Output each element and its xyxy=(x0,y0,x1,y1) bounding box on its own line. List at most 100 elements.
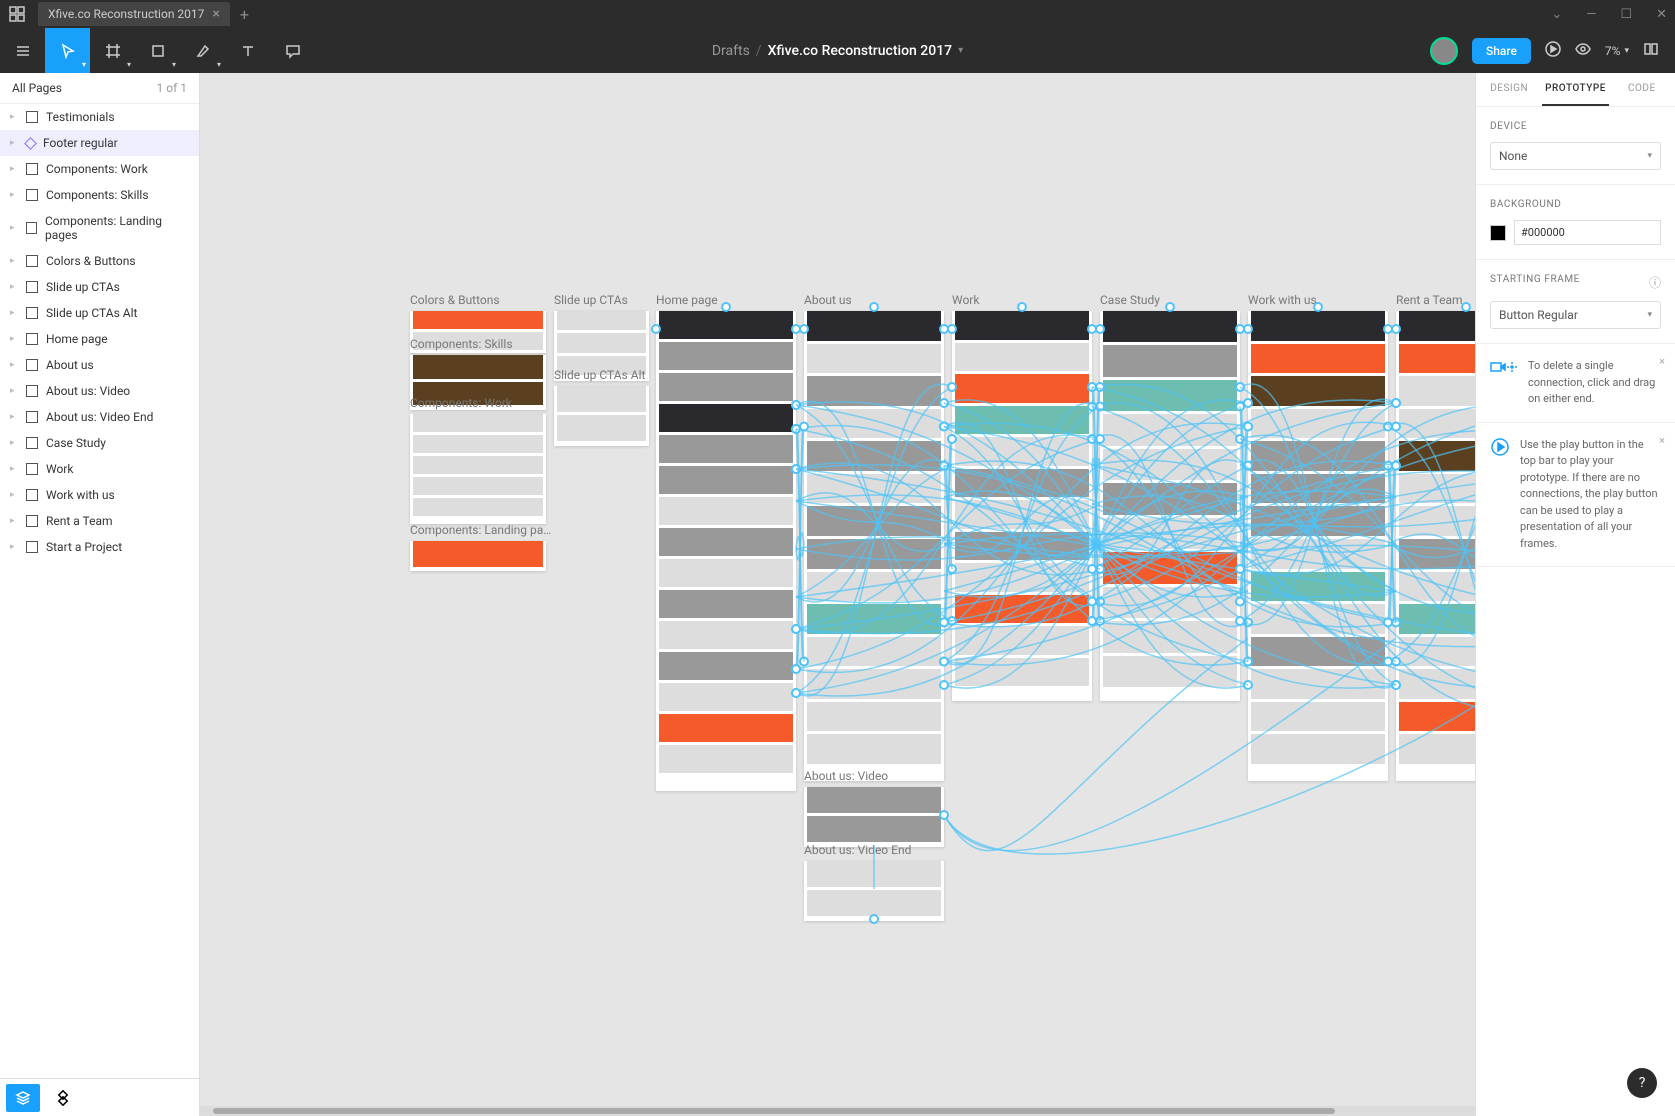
frame-body[interactable] xyxy=(410,541,546,571)
tab-design[interactable]: DESIGN xyxy=(1476,73,1542,106)
component-icon xyxy=(24,137,37,150)
background-hex-input[interactable]: #000000 xyxy=(1514,220,1661,245)
frame-label: Colors & Buttons xyxy=(410,293,546,307)
canvas[interactable]: Colors & ButtonsComponents: SkillsCompon… xyxy=(200,73,1475,1116)
frame-icon xyxy=(26,111,38,123)
layer-item[interactable]: ▸About us xyxy=(0,352,199,378)
frame-body[interactable] xyxy=(554,386,649,446)
layer-item[interactable]: ▸Footer regular xyxy=(0,130,199,156)
device-select[interactable]: None ▾ xyxy=(1490,142,1661,170)
layer-item[interactable]: ▸ Start a Project xyxy=(0,534,199,560)
preview-icon[interactable] xyxy=(1575,41,1591,61)
layer-item[interactable]: ▸Testimonials xyxy=(0,104,199,130)
connection-icon xyxy=(1490,358,1518,408)
layer-item[interactable]: ▸About us: Video End xyxy=(0,404,199,430)
avatar[interactable] xyxy=(1430,37,1458,65)
pages-label: All Pages xyxy=(12,81,62,95)
canvas-frame[interactable]: Work xyxy=(952,293,1092,701)
canvas-frame[interactable]: Work with us xyxy=(1248,293,1388,781)
chevron-right-icon: ▸ xyxy=(10,223,18,233)
canvas-frame[interactable]: About us xyxy=(804,293,944,781)
chevron-right-icon: ▸ xyxy=(10,438,18,448)
layer-item[interactable]: ▸ Case Study xyxy=(0,430,199,456)
info-icon[interactable]: ⓘ xyxy=(1649,274,1661,291)
tab-prototype[interactable]: PROTOTYPE xyxy=(1542,73,1608,106)
move-tool[interactable]: ▾ xyxy=(45,28,90,73)
minimize-icon[interactable]: — xyxy=(1586,7,1596,22)
menu-button[interactable] xyxy=(0,28,45,73)
canvas-frame[interactable]: Case Study xyxy=(1100,293,1240,701)
frame-icon xyxy=(26,255,38,267)
frame-icon xyxy=(26,307,38,319)
frame-body[interactable] xyxy=(1248,311,1388,781)
layer-item[interactable]: ▸Work xyxy=(0,456,199,482)
frame-body[interactable] xyxy=(804,861,944,921)
canvas-frame[interactable]: About us: Video xyxy=(804,769,944,847)
layer-item[interactable]: ▸Slide up CTAs xyxy=(0,274,199,300)
close-icon[interactable]: × xyxy=(1659,354,1665,371)
play-button[interactable] xyxy=(1545,41,1561,61)
layer-label: Case Study xyxy=(46,436,106,450)
horizontal-scrollbar[interactable] xyxy=(200,1106,1475,1116)
close-window-icon[interactable]: ✕ xyxy=(1656,7,1667,22)
frame-body[interactable] xyxy=(804,311,944,781)
canvas-frame[interactable]: Components: Work xyxy=(410,396,546,524)
background-swatch[interactable] xyxy=(1490,225,1506,241)
add-tab-icon[interactable]: + xyxy=(240,5,249,24)
breadcrumb-parent[interactable]: Drafts xyxy=(712,43,750,59)
layer-item[interactable]: ▸About us: Video xyxy=(0,378,199,404)
pen-tool[interactable]: ▾ xyxy=(180,28,225,73)
layer-item[interactable]: ▸Home page xyxy=(0,326,199,352)
pages-header[interactable]: All Pages 1 of 1 xyxy=(0,73,199,104)
text-tool[interactable] xyxy=(225,28,270,73)
frame-body[interactable] xyxy=(1396,311,1475,781)
layers-panel: All Pages 1 of 1 ▸Testimonials▸Footer re… xyxy=(0,73,200,1116)
chevron-down-icon: ▾ xyxy=(172,60,176,69)
layer-item[interactable]: ▸Slide up CTAs Alt xyxy=(0,300,199,326)
layer-item[interactable]: ▸Work with us xyxy=(0,482,199,508)
breadcrumb-separator: / xyxy=(756,43,762,59)
frame-label: Rent a Team xyxy=(1396,293,1475,307)
frame-body[interactable] xyxy=(1100,311,1240,701)
file-tab[interactable]: Xfive.co Reconstruction 2017 × xyxy=(38,2,230,26)
comment-tool[interactable] xyxy=(270,28,315,73)
layer-item[interactable]: ▸Components: Work xyxy=(0,156,199,182)
canvas-frame[interactable]: About us: Video End xyxy=(804,843,944,921)
share-button[interactable]: Share xyxy=(1472,38,1531,64)
frame-body[interactable] xyxy=(952,311,1092,701)
layers-tab[interactable] xyxy=(6,1084,40,1112)
library-icon[interactable] xyxy=(1643,41,1659,61)
canvas-frame[interactable]: Rent a Team xyxy=(1396,293,1475,781)
canvas-frame[interactable]: Home page xyxy=(656,293,796,791)
chevron-right-icon: ▸ xyxy=(10,360,18,370)
chevron-right-icon: ▸ xyxy=(10,138,18,148)
canvas-frame[interactable]: Slide up CTAs Alt xyxy=(554,368,649,446)
starting-frame-select[interactable]: Button Regular ▾ xyxy=(1490,301,1661,329)
breadcrumb-current[interactable]: Xfive.co Reconstruction 2017 xyxy=(768,43,953,59)
layer-item[interactable]: ▸Colors & Buttons xyxy=(0,248,199,274)
frame-label: Slide up CTAs xyxy=(554,293,649,307)
chevron-right-icon: ▸ xyxy=(10,308,18,318)
frame-body[interactable] xyxy=(804,787,944,847)
layer-item[interactable]: ▸Rent a Team xyxy=(0,508,199,534)
assets-tab[interactable] xyxy=(46,1084,80,1112)
frame-icon xyxy=(26,411,38,423)
shape-tool[interactable]: ▾ xyxy=(135,28,180,73)
zoom-control[interactable]: 7% ▾ xyxy=(1605,44,1629,58)
canvas-frame[interactable]: Components: Landing pa… xyxy=(410,523,551,571)
layer-label: Start a Project xyxy=(46,540,122,554)
layer-item[interactable]: ▸Components: Landing pages xyxy=(0,208,199,248)
chevron-down-icon[interactable]: ⌄ xyxy=(1551,7,1562,22)
tab-code[interactable]: CODE xyxy=(1609,73,1675,106)
close-tab-icon[interactable]: × xyxy=(212,6,219,22)
maximize-icon[interactable]: ☐ xyxy=(1620,7,1632,22)
home-icon[interactable] xyxy=(8,5,26,23)
chevron-down-icon[interactable]: ▾ xyxy=(958,45,963,56)
frame-body[interactable] xyxy=(656,311,796,791)
layer-item[interactable]: ▸Components: Skills xyxy=(0,182,199,208)
frame-body[interactable] xyxy=(410,414,546,524)
close-icon[interactable]: × xyxy=(1659,433,1665,450)
help-button[interactable]: ? xyxy=(1627,1068,1657,1098)
chevron-right-icon: ▸ xyxy=(10,542,18,552)
frame-tool[interactable]: ▾ xyxy=(90,28,135,73)
